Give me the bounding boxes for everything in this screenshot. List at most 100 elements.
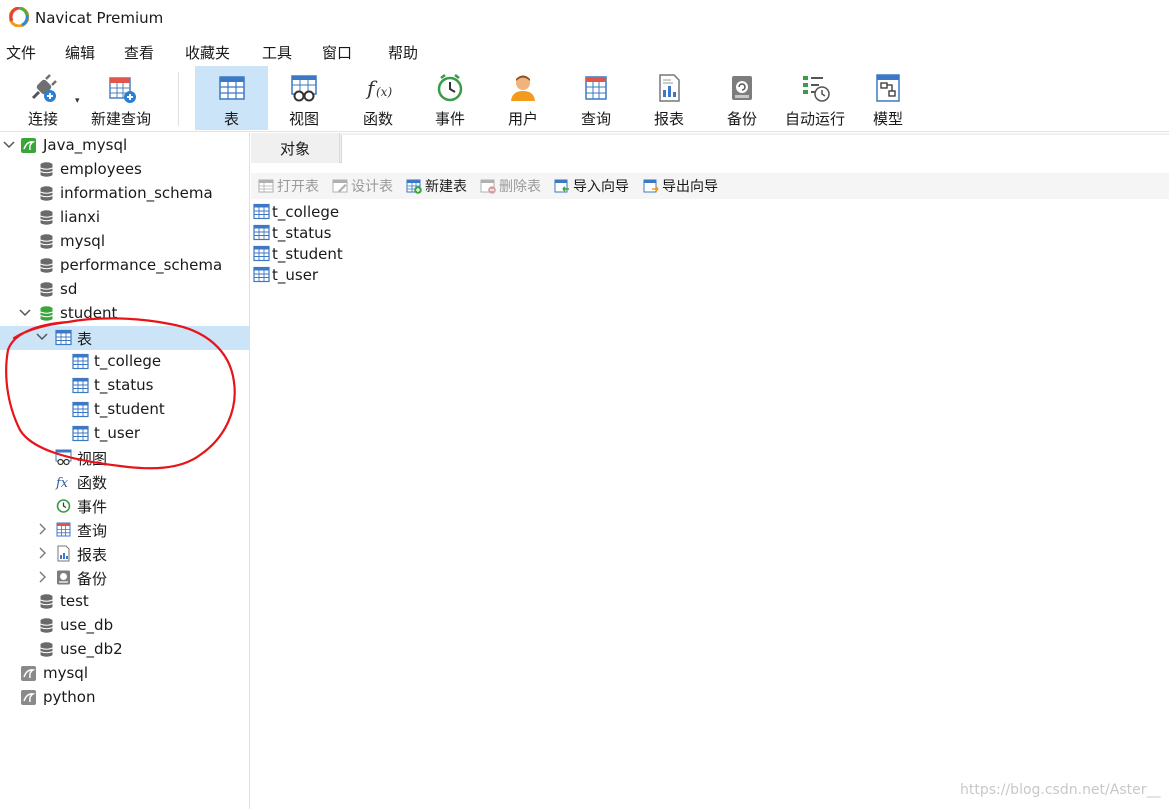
menu-tools[interactable]: 工具 [262, 42, 292, 63]
function-fx-icon: f (x) [365, 76, 392, 100]
database-label: test [60, 592, 89, 610]
query-icon [56, 522, 71, 537]
tree-node-tables[interactable]: 表 [0, 326, 250, 350]
model-button[interactable]: 模型 [860, 66, 916, 130]
tree-database-performance-schema[interactable]: performance_schema [0, 254, 250, 278]
backups-node-label: 备份 [77, 570, 108, 588]
report-button[interactable]: 报表 [641, 66, 697, 130]
query-button[interactable]: 查询 [568, 66, 624, 130]
database-label: employees [60, 160, 142, 178]
delete-table-button[interactable]: 删除表 [480, 176, 541, 196]
svg-text:fx: fx [55, 476, 69, 490]
table-grid-icon [218, 76, 245, 100]
design-table-icon [332, 179, 348, 193]
event-clock-icon [56, 499, 71, 513]
object-t-status[interactable]: t_status [253, 222, 331, 243]
tree-connection-python[interactable]: python [0, 686, 250, 710]
tree-database-employees[interactable]: employees [0, 158, 250, 182]
tree-database-use-db2[interactable]: use_db2 [0, 638, 250, 662]
tree-table-t-college[interactable]: t_college [0, 350, 250, 374]
connect-button[interactable]: 连接 [14, 66, 72, 130]
tab-objects[interactable]: 对象 [251, 133, 340, 163]
connection-label: mysql [43, 664, 88, 682]
object-t-student[interactable]: t_student [253, 243, 343, 264]
table-grid-icon [72, 377, 89, 394]
chevron-right-icon[interactable] [35, 546, 49, 560]
database-icon [40, 258, 53, 273]
toolbar-separator [178, 72, 179, 126]
tree-node-queries[interactable]: 查询 [0, 518, 250, 542]
tree-node-views[interactable]: 视图 [0, 446, 250, 470]
backup-button[interactable]: 备份 [714, 66, 770, 130]
chevron-down-icon[interactable] [18, 306, 32, 320]
tree-table-t-student[interactable]: t_student [0, 398, 250, 422]
tree-database-test[interactable]: test [0, 590, 250, 614]
tree-node-events[interactable]: 事件 [0, 494, 250, 518]
tree-database-use-db[interactable]: use_db [0, 614, 250, 638]
menu-bar: 文件 编辑 查看 收藏夹 工具 窗口 帮助 [0, 38, 1169, 64]
new-query-button[interactable]: 新建查询 [88, 66, 154, 130]
menu-file[interactable]: 文件 [6, 42, 36, 63]
design-table-button[interactable]: 设计表 [332, 176, 393, 196]
auto-run-label: 自动运行 [784, 110, 845, 128]
event-clock-icon [437, 74, 463, 102]
user-person-icon [511, 75, 535, 101]
tree-database-lianxi[interactable]: lianxi [0, 206, 250, 230]
chevron-right-icon[interactable] [35, 570, 49, 584]
export-wizard-label: 导出向导 [662, 179, 718, 195]
database-icon [40, 186, 53, 201]
user-button[interactable]: 用户 [495, 66, 551, 130]
function-label: 函数 [362, 110, 393, 128]
database-icon [40, 282, 53, 297]
tree-database-mysql[interactable]: mysql [0, 230, 250, 254]
tree-table-t-status[interactable]: t_status [0, 374, 250, 398]
menu-favorites[interactable]: 收藏夹 [185, 42, 230, 63]
open-table-button[interactable]: 打开表 [258, 176, 319, 196]
function-button[interactable]: f (x) 函数 [350, 66, 406, 130]
import-wizard-button[interactable]: 导入向导 [554, 176, 629, 196]
window-title: Navicat Premium [35, 9, 164, 27]
database-label: lianxi [60, 208, 101, 226]
tree-node-backups[interactable]: 备份 [0, 566, 250, 590]
object-t-college[interactable]: t_college [253, 201, 339, 222]
table-button[interactable]: 表 [195, 66, 268, 130]
chevron-down-icon[interactable] [35, 330, 49, 344]
object-label: t_student [272, 244, 343, 263]
event-label: 事件 [434, 110, 465, 128]
object-t-user[interactable]: t_user [253, 264, 318, 285]
menu-help[interactable]: 帮助 [388, 42, 418, 63]
tree-connection-java-mysql[interactable]: Java_mysql [0, 134, 250, 158]
database-label: performance_schema [60, 256, 223, 274]
connect-dropdown-icon[interactable]: ▾ [75, 96, 80, 106]
database-icon [40, 594, 53, 609]
new-table-button[interactable]: 新建表 [406, 176, 467, 196]
tree-database-information-schema[interactable]: information_schema [0, 182, 250, 206]
object-label: t_status [272, 223, 332, 242]
export-wizard-icon [643, 179, 659, 193]
tree-table-t-user[interactable]: t_user [0, 422, 250, 446]
menu-view[interactable]: 查看 [124, 42, 154, 63]
query-icon [585, 76, 607, 100]
chevron-down-icon[interactable] [2, 138, 16, 152]
tree-database-sd[interactable]: sd [0, 278, 250, 302]
database-label: use_db [60, 616, 114, 634]
event-button[interactable]: 事件 [422, 66, 478, 130]
design-table-label: 设计表 [351, 179, 393, 195]
view-button[interactable]: 视图 [276, 66, 332, 130]
tree-database-student[interactable]: student [0, 302, 250, 326]
tree-node-functions[interactable]: fx 函数 [0, 470, 250, 494]
menu-edit[interactable]: 编辑 [65, 42, 95, 63]
report-label: 报表 [653, 110, 684, 128]
views-node-label: 视图 [77, 450, 108, 468]
import-wizard-icon [554, 179, 569, 193]
auto-run-button[interactable]: 自动运行 [783, 66, 847, 130]
main-toolbar: 连接 ▾ 新建查询 表 视图 f (x) 函数 事件 用户 查询 报表 备份 自… [0, 66, 1169, 132]
export-wizard-button[interactable]: 导出向导 [643, 176, 718, 196]
database-icon [40, 618, 53, 633]
menu-window[interactable]: 窗口 [322, 42, 352, 63]
chevron-right-icon[interactable] [35, 522, 49, 536]
tree-node-reports[interactable]: 报表 [0, 542, 250, 566]
tree-connection-mysql[interactable]: mysql [0, 662, 250, 686]
open-table-icon [258, 179, 274, 193]
mysql-connection-icon [21, 690, 36, 705]
